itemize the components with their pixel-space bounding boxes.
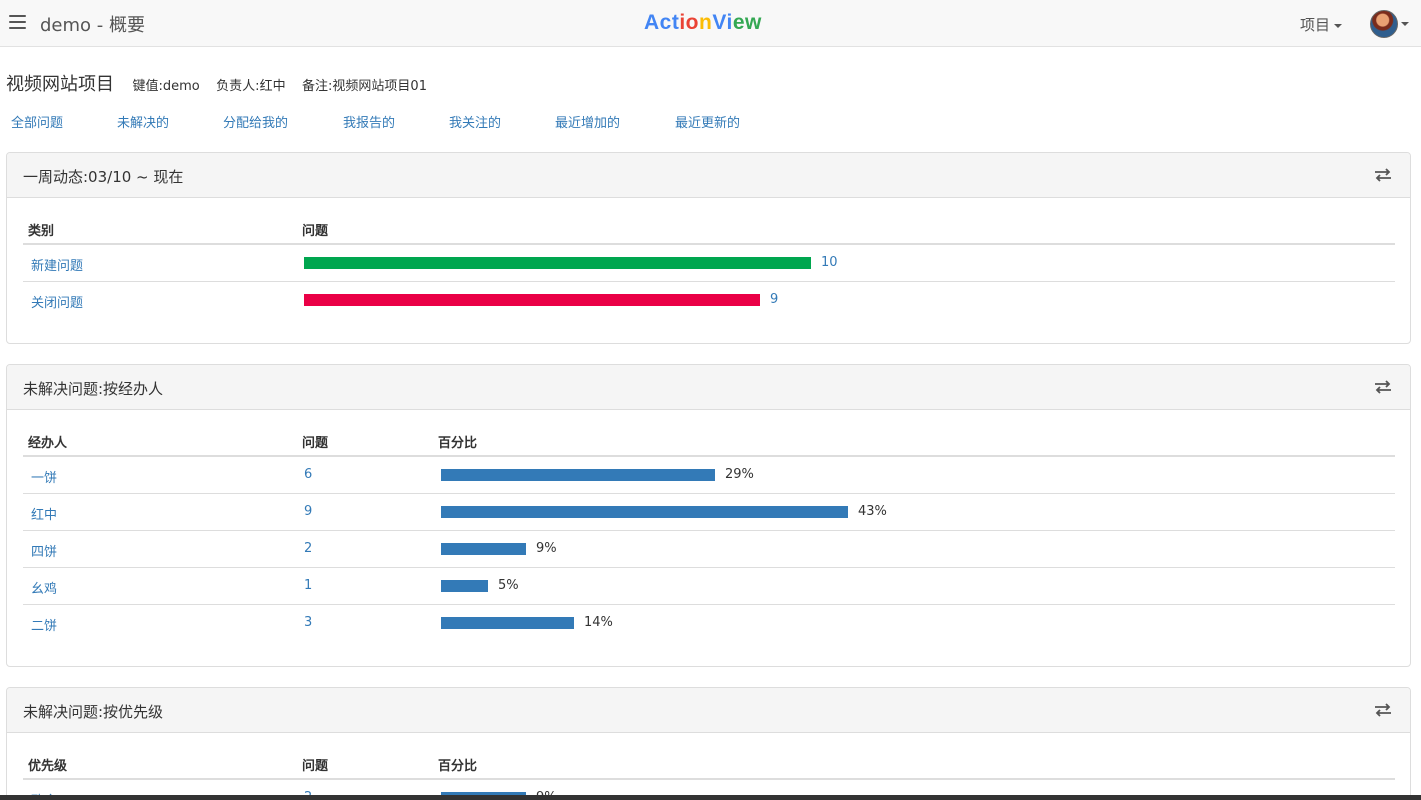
table-row-label[interactable]: 一饼 bbox=[31, 467, 57, 486]
issue-count-link[interactable]: 1 bbox=[304, 578, 312, 593]
table-row-label[interactable]: 关闭问题 bbox=[31, 292, 83, 311]
column-header-issues: 问题 bbox=[302, 759, 329, 774]
issue-count-link[interactable]: 3 bbox=[304, 615, 312, 630]
panel-title: 一周动态:03/10 ~ 现在 bbox=[23, 168, 184, 186]
project-menu-dropdown[interactable]: 项目 bbox=[1300, 14, 1343, 35]
swap-icon[interactable] bbox=[1374, 167, 1392, 183]
panel-unresolved-by-priority: 未解决问题:按优先级 优先级 问题 百分比 致命29% bbox=[6, 687, 1411, 800]
column-header-percentage: 百分比 bbox=[438, 436, 478, 451]
row-divider bbox=[23, 281, 1395, 282]
table-row-label[interactable]: 二饼 bbox=[31, 615, 57, 634]
column-header-issues: 问题 bbox=[302, 224, 329, 239]
swap-icon[interactable] bbox=[1374, 702, 1392, 718]
panel-weekly-activity: 一周动态:03/10 ~ 现在 类别 问题 新建问题 10 关闭问题 9 bbox=[6, 152, 1411, 344]
user-menu-dropdown[interactable] bbox=[1370, 10, 1409, 38]
column-header-issues: 问题 bbox=[302, 436, 329, 451]
panel-header: 未解决问题:按优先级 bbox=[7, 688, 1410, 733]
percentage-label: 5% bbox=[498, 578, 519, 593]
top-navbar: demo - 概要 ActionView 项目 bbox=[0, 0, 1421, 47]
brand-logo: ActionView bbox=[644, 11, 762, 34]
percentage-label: 29% bbox=[725, 467, 754, 482]
column-header-priority: 优先级 bbox=[28, 759, 68, 774]
swap-icon[interactable] bbox=[1374, 379, 1392, 395]
percentage-bar bbox=[441, 506, 848, 518]
activity-bar bbox=[304, 257, 811, 269]
project-name: 视频网站项目 bbox=[6, 74, 114, 95]
table-row-label[interactable]: 红中 bbox=[31, 504, 57, 523]
avatar bbox=[1370, 10, 1398, 38]
project-menu-label: 项目 bbox=[1300, 16, 1331, 34]
filter-unresolved[interactable]: 未解决的 bbox=[117, 112, 223, 131]
chevron-down-icon bbox=[1334, 23, 1343, 28]
table-row-label[interactable]: 新建问题 bbox=[31, 255, 83, 274]
row-divider bbox=[23, 567, 1395, 568]
table-header-divider bbox=[23, 455, 1395, 457]
issue-count-link[interactable]: 6 bbox=[304, 467, 312, 482]
page-title: demo - 概要 bbox=[40, 15, 145, 36]
chevron-down-icon bbox=[1401, 22, 1409, 26]
table-row-label[interactable]: 幺鸡 bbox=[31, 578, 57, 597]
issue-count-link[interactable]: 2 bbox=[304, 541, 312, 556]
project-note: 备注:视频网站项目01 bbox=[302, 79, 427, 94]
percentage-bar bbox=[441, 617, 574, 629]
column-header-category: 类别 bbox=[28, 224, 55, 239]
issue-count-link[interactable]: 9 bbox=[304, 504, 312, 519]
filter-watched-by-me[interactable]: 我关注的 bbox=[449, 112, 555, 131]
filter-reported-by-me[interactable]: 我报告的 bbox=[343, 112, 449, 131]
column-header-assignee: 经办人 bbox=[28, 436, 68, 451]
column-header-percentage: 百分比 bbox=[438, 759, 478, 774]
percentage-label: 9% bbox=[536, 541, 557, 556]
filter-all-issues[interactable]: 全部问题 bbox=[11, 112, 117, 131]
panel-title: 未解决问题:按经办人 bbox=[23, 380, 164, 398]
panel-header: 一周动态:03/10 ~ 现在 bbox=[7, 153, 1410, 198]
filter-assigned-to-me[interactable]: 分配给我的 bbox=[223, 112, 343, 131]
activity-bar bbox=[304, 294, 760, 306]
bottom-edge-strip bbox=[0, 795, 1421, 800]
panel-header: 未解决问题:按经办人 bbox=[7, 365, 1410, 410]
filter-recently-added[interactable]: 最近增加的 bbox=[555, 112, 675, 131]
row-divider bbox=[23, 530, 1395, 531]
activity-count-link[interactable]: 10 bbox=[821, 255, 838, 270]
percentage-label: 14% bbox=[584, 615, 613, 630]
percentage-bar bbox=[441, 580, 488, 592]
percentage-label: 43% bbox=[858, 504, 887, 519]
project-header: 视频网站项目 键值:demo 负责人:红中 备注:视频网站项目01 bbox=[6, 70, 439, 96]
percentage-bar bbox=[441, 543, 526, 555]
table-header-divider bbox=[23, 243, 1395, 245]
table-header-divider bbox=[23, 778, 1395, 780]
panel-title: 未解决问题:按优先级 bbox=[23, 703, 164, 721]
filter-recently-updated[interactable]: 最近更新的 bbox=[675, 112, 740, 131]
hamburger-menu-icon[interactable] bbox=[9, 15, 26, 29]
row-divider bbox=[23, 604, 1395, 605]
issue-filter-links: 全部问题 未解决的 分配给我的 我报告的 我关注的 最近增加的 最近更新的 bbox=[11, 112, 740, 131]
panel-unresolved-by-assignee: 未解决问题:按经办人 经办人 问题 百分比 一饼 6 29% 红中 9 43% 四饼 2 9% 幺… bbox=[6, 364, 1411, 667]
activity-count-link[interactable]: 9 bbox=[770, 292, 778, 307]
project-owner: 负责人:红中 bbox=[216, 79, 286, 94]
row-divider bbox=[23, 493, 1395, 494]
table-row-label[interactable]: 四饼 bbox=[31, 541, 57, 560]
project-key: 键值:demo bbox=[132, 79, 200, 94]
percentage-bar bbox=[441, 469, 715, 481]
